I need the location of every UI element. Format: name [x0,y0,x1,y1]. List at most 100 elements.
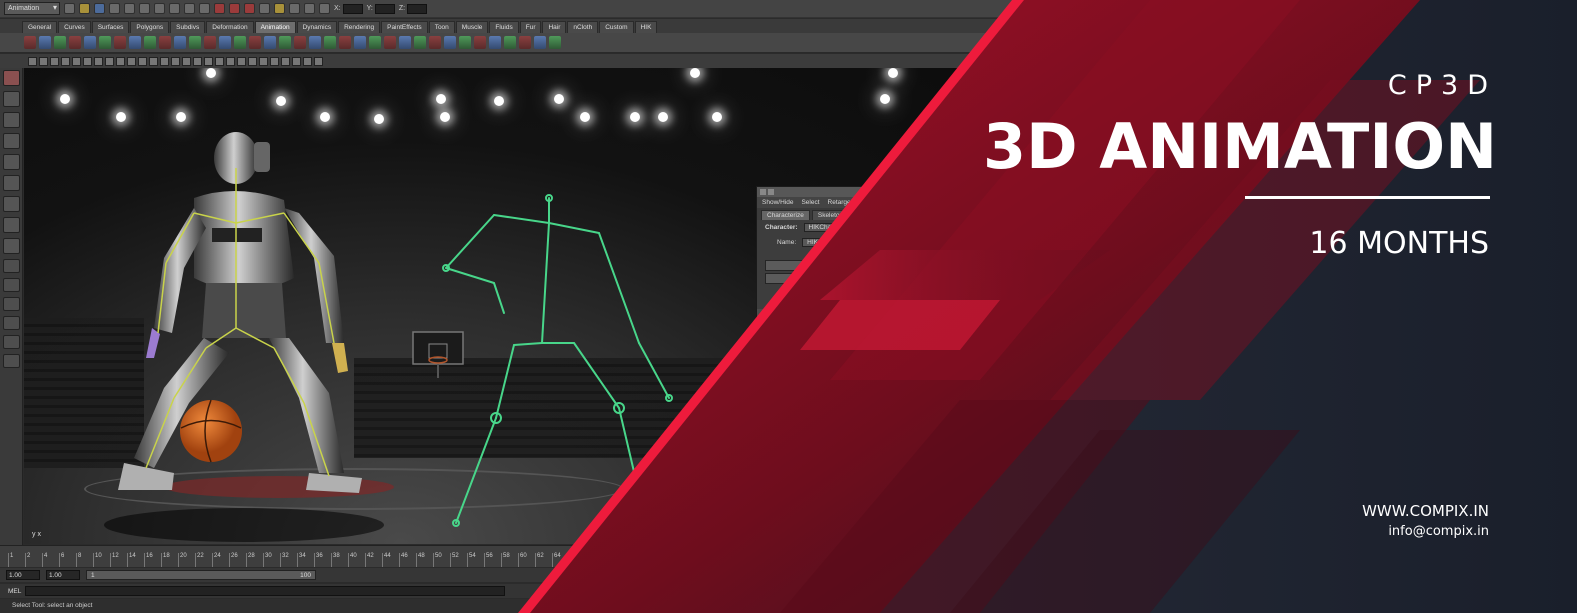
shelf-tab-custom[interactable]: Custom [599,21,634,33]
robot-character[interactable] [94,128,384,528]
humanik-icon[interactable] [369,36,381,49]
camera-attributes-icon[interactable] [94,56,103,66]
skeleton-rig[interactable] [424,193,714,533]
time-slider[interactable]: 1 2 4 6 8 10 12 14 16 18 20 22 24 26 28 30 32 34 36 38 40 42 4… [0,545,1100,567]
insert-joint-icon[interactable] [429,36,441,49]
perspective-viewport[interactable]: y x Show/Hide Select Retarget Control Rig Ba… [24,68,1100,544]
safe-action-icon[interactable] [193,56,202,66]
shelf-tab-curves[interactable]: Curves [58,21,91,33]
shading-icon[interactable] [39,56,48,66]
input-line-icon[interactable] [274,3,285,14]
tool-settings-icon[interactable] [304,3,315,14]
show-manipulator-icon[interactable] [2,238,20,254]
playblast-icon[interactable] [549,36,561,49]
joint-tool-icon[interactable] [99,36,111,49]
coord-y[interactable]: Y: [367,3,395,14]
ik-handle-icon[interactable] [84,36,96,49]
constraint-parent-icon[interactable] [309,36,321,49]
gate-mask-icon[interactable] [171,56,180,66]
single-perspective-layout-icon[interactable] [2,259,20,273]
constraint-aim-icon[interactable] [324,36,336,49]
lasso-tool-icon[interactable] [2,91,20,107]
mirror-joint-icon[interactable] [399,36,411,49]
move-tool-icon[interactable] [2,133,20,149]
shelf-tab-fluids[interactable]: Fluids [489,21,519,33]
isolate-select-icon[interactable] [303,56,312,66]
set-breakdown-icon[interactable] [39,36,51,49]
remove-joint-icon[interactable] [444,36,456,49]
hik-bone-item[interactable]: Left [757,366,965,381]
use-all-lights-icon[interactable] [259,56,268,66]
two-d-pan-icon[interactable] [127,56,136,66]
select-tool-icon[interactable] [2,70,20,86]
shelf-tab-dynamics[interactable]: Dynamics [296,21,338,33]
wireframe-icon[interactable] [215,56,224,66]
open-scene-icon[interactable] [79,3,90,14]
range-bar[interactable]: 1 100 [86,570,316,580]
soft-mod-icon[interactable] [2,217,20,233]
blend-shape-icon[interactable] [189,36,201,49]
xray-icon[interactable] [281,56,290,66]
control-rig-icon[interactable] [384,36,396,49]
hik-menu-bake[interactable]: Bake [901,199,916,206]
paint-select-tool-icon[interactable] [2,112,20,128]
persp-hypershade-layout-icon[interactable] [2,335,20,349]
smooth-shade-icon[interactable] [226,56,235,66]
shelf-tab-animation[interactable]: Animation [254,21,296,33]
playback-start-field[interactable]: 1.00 [46,570,80,580]
shelf-tab-toon[interactable]: Toon [428,21,455,33]
shelf-tab-polygons[interactable]: Polygons [130,21,170,33]
four-view-layout-icon[interactable] [2,278,20,292]
lighting-icon[interactable] [50,56,59,66]
hik-menu-retarget[interactable]: Retarget [828,199,853,206]
hq-render-icon[interactable] [314,56,323,66]
scale-tool-icon[interactable] [2,175,20,191]
wire-icon[interactable] [204,36,216,49]
command-language-label[interactable]: MEL [8,588,21,595]
minimize-icon[interactable] [768,189,774,195]
field-chart-icon[interactable] [182,56,191,66]
universal-manipulator-icon[interactable] [2,196,20,212]
nonlinear-bend-icon[interactable] [234,36,246,49]
shelf-tab-ncloth[interactable]: nCloth [567,21,599,33]
name-field[interactable]: HIKCharacterNode2 [802,238,881,247]
shadows-icon[interactable] [270,56,279,66]
trax-editor-icon[interactable] [534,36,546,49]
ipr-render-icon[interactable] [244,3,255,14]
section-header[interactable]: ▾ Base(Required) [757,309,965,321]
cluster-icon[interactable] [159,36,171,49]
connect-joint-icon[interactable] [459,36,471,49]
shelf-tab-painteffects[interactable]: PaintEffects [381,21,428,33]
lattice-icon[interactable] [174,36,186,49]
select-hierarchy-icon[interactable] [109,3,120,14]
persp-outliner-layout-icon[interactable] [2,297,20,311]
bookmark-icon[interactable] [105,56,114,66]
coord-z[interactable]: Z: [399,3,428,14]
hik-bone-item[interactable]: LeftL [757,351,965,366]
constraint-orient-icon[interactable] [294,36,306,49]
jiggle-icon[interactable] [264,36,276,49]
rotate-tool-icon[interactable] [2,154,20,170]
hik-tab-skeleton-generator[interactable]: Skeleton Generator [811,210,881,220]
command-input[interactable] [25,586,506,596]
motion-path-icon[interactable] [69,36,81,49]
hik-menu-show-hide[interactable]: Show/Hide [762,199,793,206]
shelf-tab-hik[interactable]: HIK [634,21,658,33]
shelf-tab-deformation[interactable]: Deformation [206,21,254,33]
menu-set-select[interactable]: Animation [4,2,60,15]
constraint-scale-icon[interactable] [339,36,351,49]
grid-icon[interactable] [138,56,147,66]
snap-curve-icon[interactable] [169,3,180,14]
shelf-tab-general[interactable]: General [22,21,58,33]
shelf-tab-surfaces[interactable]: Surfaces [91,21,130,33]
hik-menu-select[interactable]: Select [801,199,819,206]
shelf-tab-hair[interactable]: Hair [542,21,567,33]
persp-graph-layout-icon[interactable] [2,316,20,330]
hik-bone-item[interactable]: Hips [757,321,965,336]
smooth-skin-icon[interactable] [129,36,141,49]
show-icon[interactable] [61,56,70,66]
constraint-point-icon[interactable] [279,36,291,49]
characterize-button[interactable]: Characterize [765,273,957,284]
autoset-button[interactable]: Auto-Set All from Selection [765,260,957,271]
hik-bone-item[interactable]: LeftUpLeg [757,336,965,351]
